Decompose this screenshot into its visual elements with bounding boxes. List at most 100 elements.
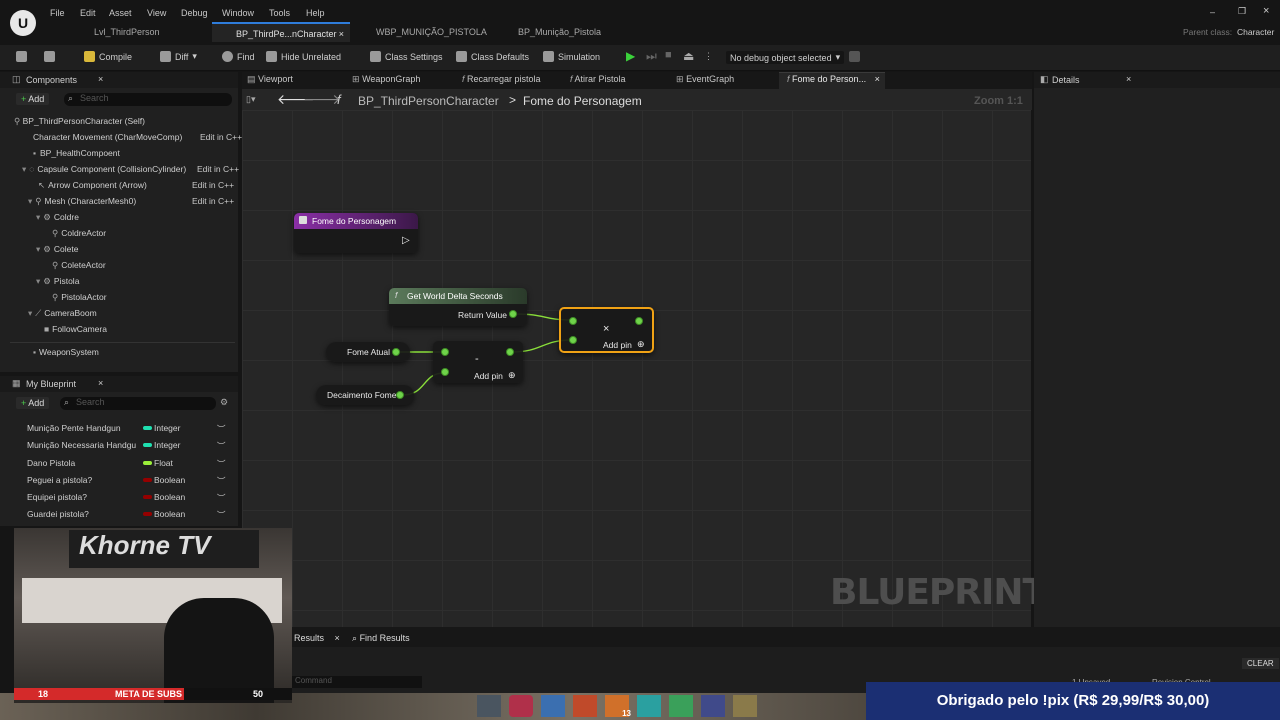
minimize-icon[interactable]: – — [1210, 7, 1215, 17]
menu-file[interactable]: File — [50, 8, 65, 18]
tree-item[interactable]: ↖ Arrow Component (Arrow) — [38, 180, 147, 191]
class-defaults-button[interactable]: Class Defaults — [456, 51, 529, 62]
tab-atirar[interactable]: f Atirar Pistola — [570, 74, 626, 84]
eye-icon[interactable]: ︶ — [217, 509, 226, 521]
chevron-down-icon[interactable]: ▾ — [36, 212, 40, 222]
tab-fome[interactable]: f Fome do Person... × — [787, 74, 880, 84]
menu-help[interactable]: Help — [306, 8, 325, 18]
tree-item[interactable]: ■ FollowCamera — [44, 324, 107, 334]
command-input[interactable]: Command — [292, 676, 422, 688]
variable-row[interactable]: Equipei pistola? Boolean ︶ — [27, 492, 232, 504]
variable-row[interactable]: Peguei a pistola? Boolean ︶ — [27, 475, 232, 487]
tree-item[interactable]: ▾ ◌ Capsule Component (CollisionCylinder) — [22, 164, 186, 175]
app-icon[interactable] — [573, 695, 597, 717]
app-icon[interactable] — [733, 695, 757, 717]
save-icon[interactable] — [16, 51, 27, 62]
menu-asset[interactable]: Asset — [109, 8, 132, 18]
input-pin-a[interactable] — [569, 317, 577, 325]
tree-item[interactable]: ▾ ⚙ Pistola — [36, 276, 79, 287]
play-icon[interactable]: ▶ — [626, 49, 635, 63]
tab-level[interactable]: Lvl_ThirdPerson — [70, 22, 210, 42]
variable-row[interactable]: Munição Pente Handgun Integer ︶ — [27, 423, 232, 435]
unreal-logo-icon[interactable]: U — [10, 10, 36, 36]
stop-icon[interactable]: ■ — [665, 49, 672, 61]
output-pin[interactable] — [506, 348, 514, 356]
breadcrumb-root[interactable]: BP_ThirdPersonCharacter — [358, 94, 499, 108]
menu-view[interactable]: View — [147, 8, 166, 18]
input-pin-b[interactable] — [569, 336, 577, 344]
tree-root[interactable]: ⚲ BP_ThirdPersonCharacter (Self) — [14, 116, 145, 127]
exec-out-pin-icon[interactable]: ▷ — [402, 235, 410, 246]
components-search-input[interactable]: ⌕ Search — [64, 93, 232, 106]
eye-icon[interactable]: ︶ — [217, 423, 226, 435]
close-icon[interactable]: × — [1126, 74, 1131, 84]
edit-in-cpp-link[interactable]: Edit in C++ — [192, 180, 234, 190]
close-icon[interactable]: × — [98, 74, 103, 84]
fome-atual-pin[interactable] — [392, 348, 400, 356]
tab-bp-thirdperson[interactable]: BP_ThirdPe...nCharacter × — [212, 22, 350, 42]
decaimento-fome-getter-node[interactable]: Decaimento Fome — [316, 385, 414, 405]
add-pin-icon[interactable]: ⊕ — [508, 370, 516, 381]
my-blueprint-search-input[interactable]: ⌕ Search — [60, 397, 216, 410]
tree-item[interactable]: ▾ ⚙ Coldre — [36, 212, 79, 223]
close-window-icon[interactable]: × — [1263, 5, 1269, 17]
find-button[interactable]: Find — [222, 51, 255, 62]
variable-row[interactable]: Guardei pistola? Boolean ︶ — [27, 509, 232, 521]
maximize-icon[interactable]: ❐ — [1238, 6, 1246, 17]
get-world-delta-seconds-node[interactable]: f Get World Delta Seconds Return Value — [389, 288, 527, 326]
tree-item[interactable]: ▾ ⟋ CameraBoom — [28, 308, 97, 319]
eye-icon[interactable]: ︶ — [217, 475, 226, 487]
variable-row[interactable]: Dano Pistola Float ︶ — [27, 458, 232, 469]
debug-object-dropdown[interactable]: No debug object selected ▾ — [726, 51, 845, 64]
add-pin-label[interactable]: Add pin — [603, 340, 632, 350]
simulation-button[interactable]: Simulation — [543, 51, 600, 62]
breadcrumb-current[interactable]: Fome do Personagem — [523, 94, 642, 108]
class-settings-button[interactable]: Class Settings — [370, 51, 443, 62]
clear-button[interactable]: CLEAR — [1242, 658, 1279, 669]
subtract-node[interactable]: - Add pin ⊕ — [433, 341, 523, 383]
menu-debug[interactable]: Debug — [181, 8, 208, 18]
edit-in-cpp-link[interactable]: Edit in C++ — [200, 132, 242, 142]
app-icon[interactable]: 13 — [605, 695, 631, 718]
tree-item[interactable]: ▪ WeaponSystem — [33, 347, 99, 357]
multiply-node[interactable]: × Add pin ⊕ — [559, 307, 654, 353]
add-pin-icon[interactable]: ⊕ — [637, 339, 645, 350]
close-icon[interactable]: × — [335, 633, 340, 643]
tab-find-results[interactable]: ⌕ Find Results — [352, 633, 410, 644]
step-icon[interactable]: ⏭ — [646, 49, 657, 64]
graph-canvas[interactable]: BLUEPRINT Fome do Personagem ▷ f Get Wor… — [242, 110, 1047, 627]
parent-class-value[interactable]: Character — [1237, 27, 1274, 37]
close-icon[interactable]: × — [339, 29, 344, 39]
tree-item[interactable]: Character Movement (CharMoveComp) — [33, 132, 182, 142]
menu-tools[interactable]: Tools — [269, 8, 290, 18]
chevron-down-icon[interactable]: ▾ — [28, 196, 32, 206]
tree-item[interactable]: ▪ BP_HealthCompoent — [33, 148, 120, 158]
tree-item[interactable]: ⚲ ColeteActor — [52, 260, 106, 271]
tree-item[interactable]: ⚲ ColdreActor — [52, 228, 106, 239]
app-icon[interactable] — [637, 695, 661, 717]
graph-options-icon[interactable]: ▯▾ — [246, 94, 255, 105]
browse-icon[interactable] — [44, 51, 55, 62]
chevron-down-icon[interactable]: ▾ — [28, 308, 32, 318]
fome-atual-getter-node[interactable]: Fome Atual — [326, 342, 410, 362]
menu-window[interactable]: Window — [222, 8, 254, 18]
menu-edit[interactable]: Edit — [80, 8, 96, 18]
tab-viewport[interactable]: ▤ Viewport — [247, 74, 293, 85]
tab-results[interactable]: Results × — [294, 633, 340, 643]
diff-button[interactable]: Diff ▾ — [160, 51, 197, 62]
edit-in-cpp-link[interactable]: Edit in C++ — [192, 196, 234, 206]
add-member-button[interactable]: + Add — [16, 397, 50, 409]
tab-eventgraph[interactable]: ⊞ EventGraph — [676, 74, 734, 85]
hide-unrelated-button[interactable]: Hide Unrelated — [266, 51, 341, 62]
more-options-icon[interactable]: ⋮ — [704, 51, 713, 62]
chevron-down-icon[interactable]: ▾ — [22, 164, 26, 174]
chevron-down-icon[interactable]: ▾ — [36, 244, 40, 254]
output-pin[interactable] — [635, 317, 643, 325]
add-component-button[interactable]: + Add — [16, 93, 50, 105]
chevron-down-icon[interactable]: ▾ — [36, 276, 40, 286]
app-icon[interactable] — [477, 695, 501, 717]
add-pin-label[interactable]: Add pin — [474, 371, 503, 381]
eye-icon[interactable]: ︶ — [217, 492, 226, 504]
debug-filter-icon[interactable] — [849, 51, 860, 62]
tab-bp-municao[interactable]: BP_Munição_Pistola — [494, 22, 634, 42]
